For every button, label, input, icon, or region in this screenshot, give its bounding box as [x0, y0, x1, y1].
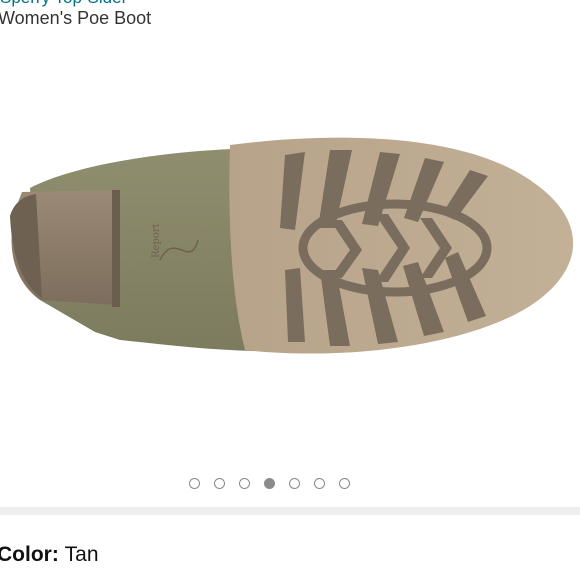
carousel-dot[interactable]	[314, 478, 325, 489]
color-label: Color:	[0, 543, 65, 566]
product-image[interactable]: Report	[0, 110, 580, 380]
carousel-dot[interactable]	[214, 478, 225, 489]
color-value: Tan	[64, 543, 99, 566]
svg-text:Report: Report	[151, 223, 162, 258]
carousel-dot[interactable]	[189, 478, 200, 489]
carousel-dot[interactable]	[289, 478, 300, 489]
carousel-dot[interactable]	[239, 478, 250, 489]
carousel-dot[interactable]	[339, 478, 350, 489]
section-divider	[0, 507, 580, 515]
color-selector[interactable]: Color: Tan	[0, 543, 99, 567]
image-carousel-dots	[189, 478, 350, 489]
carousel-dot-active[interactable]	[264, 478, 275, 489]
product-title: Women's Poe Boot	[0, 8, 152, 28]
heel-edge	[112, 190, 120, 307]
product-page: Sperry Top-Sider Women's Poe Boot	[0, 0, 580, 579]
brand-link[interactable]: Sperry Top-Sider	[0, 0, 127, 8]
